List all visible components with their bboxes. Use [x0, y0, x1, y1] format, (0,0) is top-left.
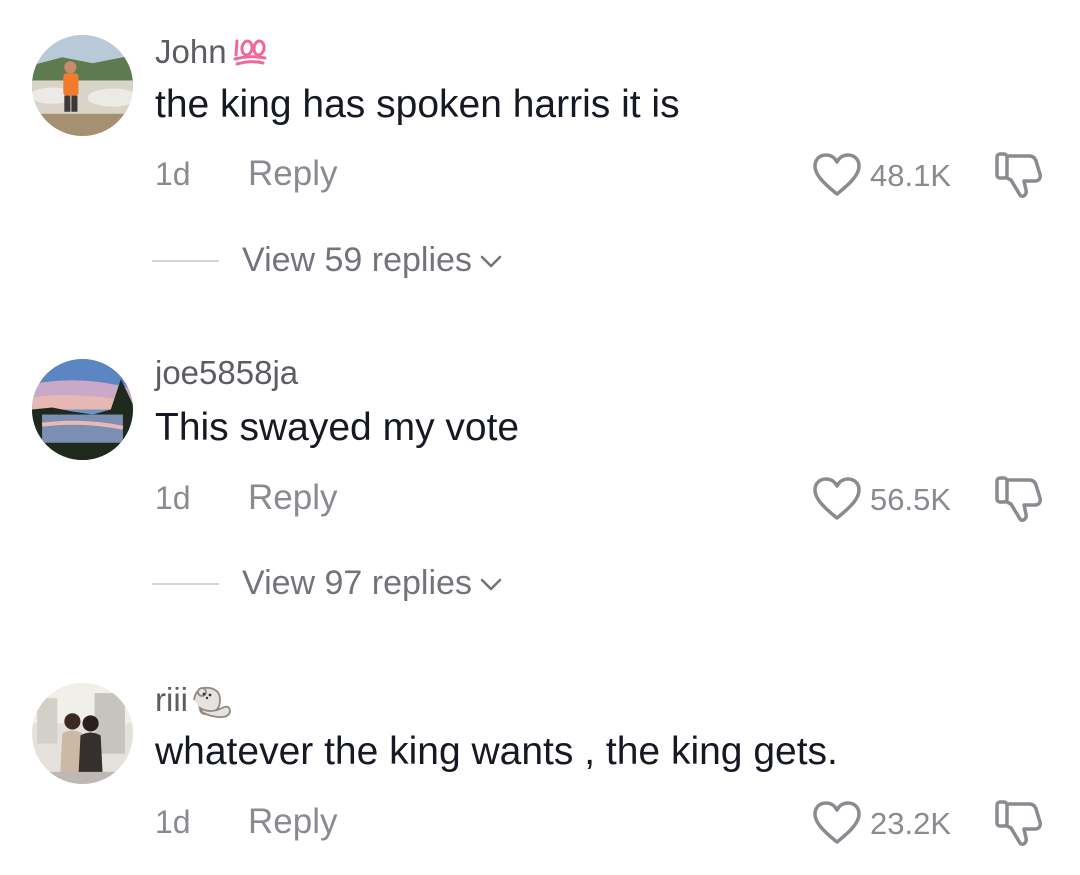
username-text: John	[155, 33, 227, 70]
chevron-down-icon	[480, 255, 502, 268]
like-count: 23.2K	[870, 805, 952, 841]
chevron-down-icon	[480, 578, 502, 591]
like-count: 48.1K	[870, 157, 952, 193]
username[interactable]: John	[155, 35, 267, 72]
thumbs-down-outline-icon	[995, 152, 1042, 198]
username[interactable]: riii	[155, 680, 234, 725]
view-replies-button[interactable]: View 97 replies	[242, 566, 502, 600]
thumbs-down-outline-icon	[995, 476, 1042, 522]
replies-divider	[152, 260, 219, 262]
dislike-button[interactable]	[993, 798, 1045, 848]
comment-text: whatever the king wants , the king gets.	[155, 730, 838, 773]
replies-divider	[152, 583, 219, 585]
view-replies-button[interactable]: View 59 replies	[242, 243, 502, 277]
like-count: 56.5K	[870, 481, 952, 517]
view-replies-label: View 59 replies	[242, 241, 472, 279]
username[interactable]: joe5858ja	[155, 356, 298, 389]
dislike-button[interactable]	[993, 474, 1045, 524]
comment-timestamp: 1d	[155, 156, 191, 192]
avatar-image	[32, 359, 133, 460]
like-button[interactable]: 23.2K	[812, 798, 951, 848]
comment-timestamp: 1d	[155, 804, 191, 840]
like-button[interactable]: 56.5K	[812, 474, 951, 524]
like-button[interactable]: 48.1K	[812, 150, 951, 200]
reply-button[interactable]: Reply	[248, 804, 337, 839]
thumbs-down-outline-icon	[995, 800, 1042, 846]
hundred-points-emoji-icon	[233, 37, 267, 72]
heart-outline-icon	[813, 801, 861, 844]
reply-button[interactable]: Reply	[248, 156, 337, 191]
heart-outline-icon	[813, 153, 861, 196]
dislike-button[interactable]	[993, 150, 1045, 200]
comment-text: the king has spoken harris it is	[155, 83, 680, 126]
avatar[interactable]	[32, 359, 133, 460]
avatar[interactable]	[32, 683, 133, 784]
username-text: riii	[155, 681, 188, 719]
comment-text: This swayed my vote	[155, 406, 520, 449]
heart-outline-icon	[813, 477, 861, 520]
reply-button[interactable]: Reply	[248, 480, 337, 515]
avatar-image	[32, 35, 133, 136]
avatar-image	[32, 683, 133, 784]
view-replies-label: View 97 replies	[242, 564, 472, 602]
comment-timestamp: 1d	[155, 480, 191, 516]
avatar[interactable]	[32, 35, 133, 136]
otter-emoji-icon	[190, 680, 234, 725]
